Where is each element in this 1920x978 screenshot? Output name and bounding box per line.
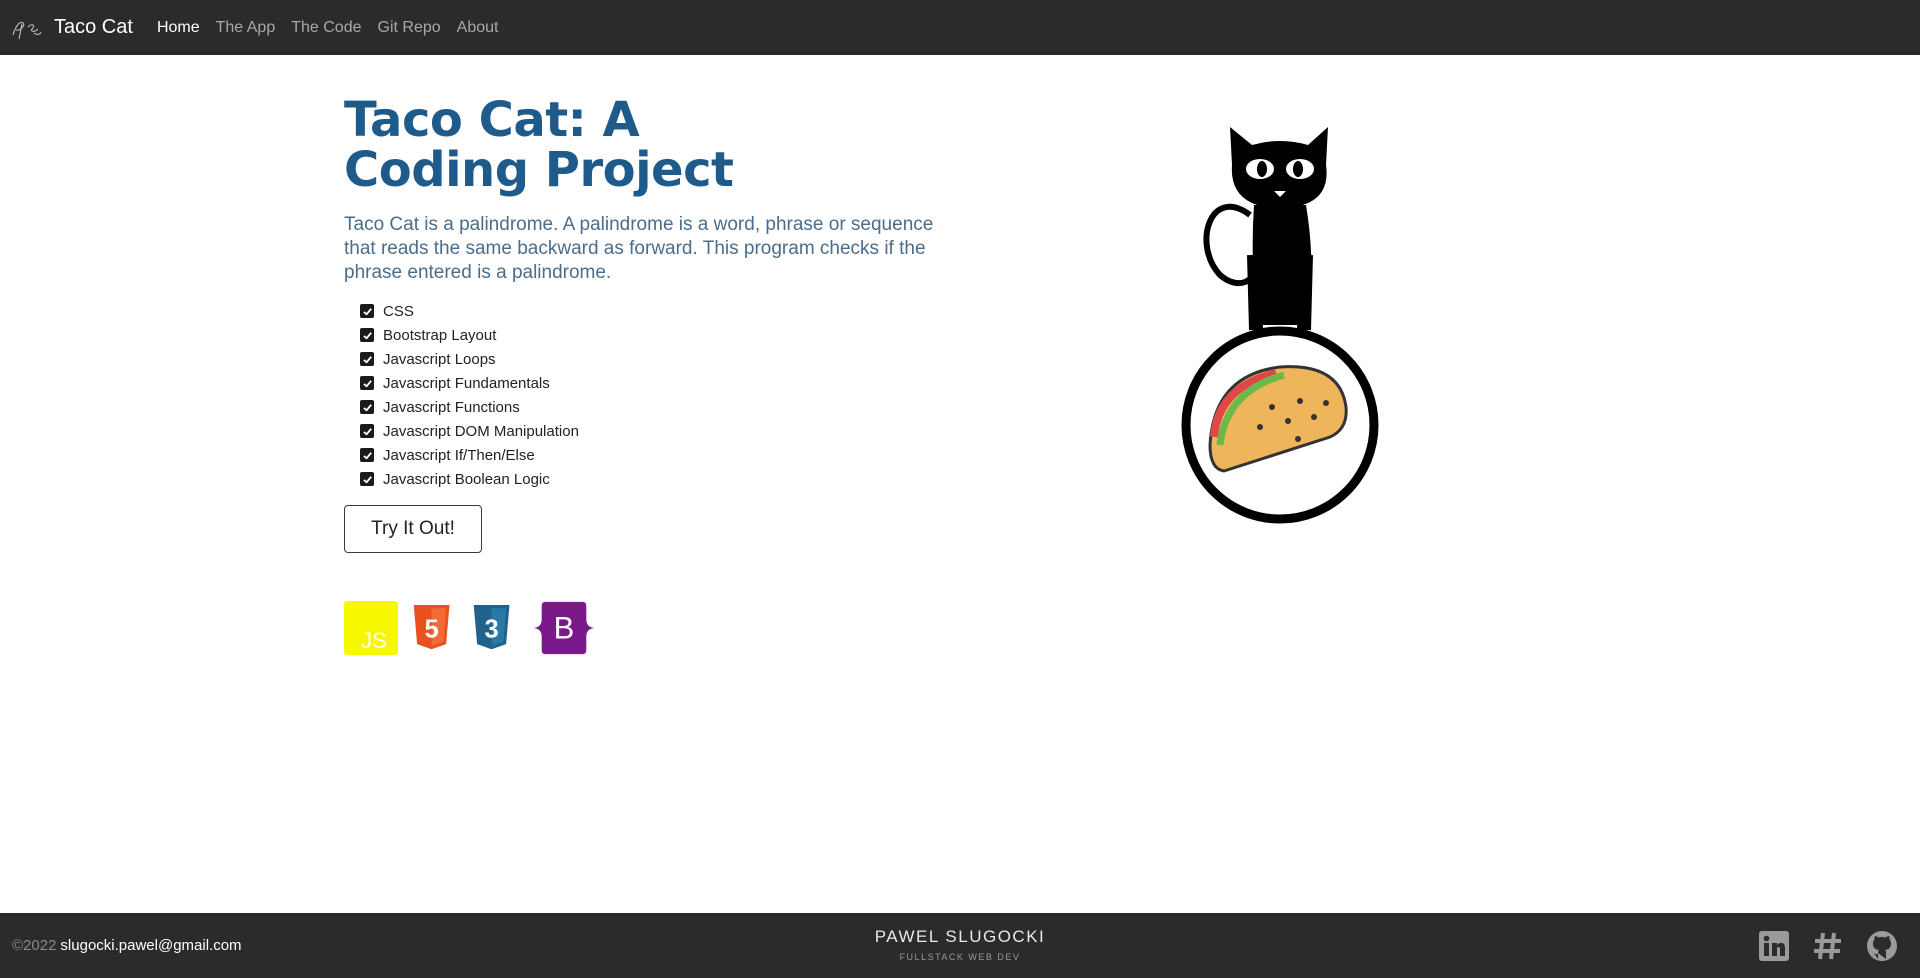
- list-item: CSS: [360, 299, 944, 323]
- nav-link-home[interactable]: Home: [157, 19, 200, 37]
- skill-label: Javascript Boolean Logic: [383, 470, 550, 488]
- checkbox-icon: [360, 304, 374, 318]
- author-tagline: FULLSTACK WEB DEV: [899, 952, 1021, 962]
- nav-link-about[interactable]: About: [457, 19, 499, 37]
- skill-label: CSS: [383, 302, 414, 320]
- main-content: Taco Cat: A Coding Project Taco Cat is a…: [0, 55, 1920, 913]
- lead-paragraph: Taco Cat is a palindrome. A palindrome i…: [344, 214, 934, 283]
- skill-label: Javascript Functions: [383, 398, 520, 416]
- signature-logo-icon: [12, 21, 42, 39]
- bootstrap-icon-label: B: [554, 611, 575, 646]
- list-item: Javascript If/Then/Else: [360, 443, 944, 467]
- hashtag-icon[interactable]: [1812, 930, 1844, 962]
- footer: ©2022 slugocki.pawel@gmail.com PAWEL SLUG…: [0, 913, 1920, 978]
- try-it-out-button[interactable]: Try It Out!: [344, 505, 482, 553]
- skill-label: Javascript Fundamentals: [383, 374, 550, 392]
- skill-list: CSS Bootstrap Layout Javascript Loops Ja…: [344, 299, 944, 491]
- brand-link[interactable]: Taco Cat: [10, 15, 133, 41]
- javascript-icon: JS: [344, 601, 398, 655]
- nav-links: Home The App The Code Git Repo About: [157, 19, 515, 37]
- nav-link-git-repo[interactable]: Git Repo: [378, 19, 441, 37]
- checkbox-icon: [360, 352, 374, 366]
- skill-label: Javascript DOM Manipulation: [383, 422, 579, 440]
- checkbox-icon: [360, 472, 374, 486]
- tech-icons: JS 5 3 B: [344, 601, 944, 655]
- javascript-icon-label: JS: [361, 628, 387, 653]
- footer-signature: PAWEL SLUGOCKI FULLSTACK WEB DEV: [0, 927, 1920, 962]
- checkbox-icon: [360, 376, 374, 390]
- social-links: [1736, 930, 1898, 962]
- list-item: Javascript Loops: [360, 347, 944, 371]
- css3-icon: 3: [473, 605, 510, 650]
- checkbox-icon: [360, 400, 374, 414]
- bootstrap-icon: B: [533, 601, 595, 655]
- github-icon[interactable]: [1866, 930, 1898, 962]
- skill-label: Javascript Loops: [383, 350, 496, 368]
- list-item: Javascript Boolean Logic: [360, 467, 944, 491]
- checkbox-icon: [360, 424, 374, 438]
- list-item: Javascript Fundamentals: [360, 371, 944, 395]
- checkbox-icon: [360, 328, 374, 342]
- author-name: PAWEL SLUGOCKI: [874, 927, 1046, 946]
- brand-title: Taco Cat: [54, 16, 133, 38]
- checkbox-icon: [360, 448, 374, 462]
- taco-cat-illustration: [1181, 127, 1379, 524]
- hero-section: Taco Cat: A Coding Project Taco Cat is a…: [344, 95, 944, 655]
- html5-icon: 5: [413, 605, 450, 650]
- linkedin-icon[interactable]: [1758, 930, 1790, 962]
- list-item: Bootstrap Layout: [360, 323, 944, 347]
- nav-link-the-app[interactable]: The App: [216, 19, 276, 37]
- page-title: Taco Cat: A Coding Project: [344, 92, 734, 198]
- top-navbar: Taco Cat Home The App The Code Git Repo …: [0, 0, 1920, 55]
- list-item: Javascript DOM Manipulation: [360, 419, 944, 443]
- html5-icon-label: 5: [424, 615, 438, 643]
- skill-label: Bootstrap Layout: [383, 326, 497, 344]
- list-item: Javascript Functions: [360, 395, 944, 419]
- nav-link-the-code[interactable]: The Code: [291, 19, 361, 37]
- css3-icon-label: 3: [484, 615, 498, 643]
- skill-label: Javascript If/Then/Else: [383, 446, 535, 464]
